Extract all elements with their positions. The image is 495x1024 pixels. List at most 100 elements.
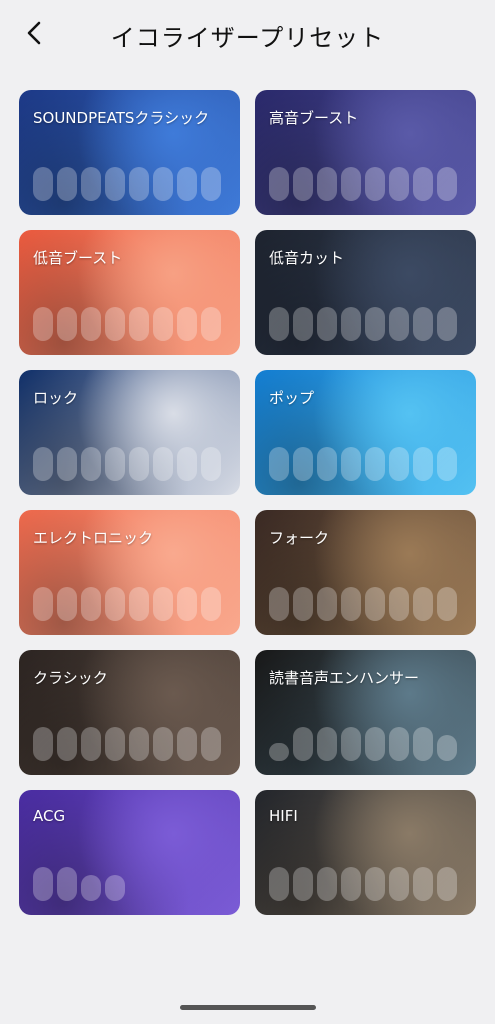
- eq-bar: [317, 867, 337, 901]
- eq-bar: [105, 587, 125, 621]
- top-bar: イコライザープリセット: [0, 0, 495, 70]
- eq-bar: [177, 167, 197, 201]
- preset-label: 低音ブースト: [33, 249, 123, 267]
- eq-bar: [437, 447, 457, 481]
- preset-label: フォーク: [269, 529, 330, 547]
- preset-card[interactable]: 低音カット: [255, 230, 476, 355]
- eq-bar: [317, 447, 337, 481]
- eq-bars: [33, 307, 221, 341]
- eq-bar: [365, 867, 385, 901]
- eq-bar: [57, 447, 77, 481]
- eq-bar: [201, 307, 221, 341]
- eq-bar: [57, 587, 77, 621]
- eq-bar: [201, 447, 221, 481]
- eq-bars: [33, 587, 221, 621]
- eq-bar: [153, 587, 173, 621]
- eq-bar: [269, 447, 289, 481]
- eq-bar: [201, 727, 221, 761]
- preset-card[interactable]: フォーク: [255, 510, 476, 635]
- eq-bar: [437, 167, 457, 201]
- preset-card[interactable]: 低音ブースト: [19, 230, 240, 355]
- eq-bar: [413, 307, 433, 341]
- eq-bar: [437, 867, 457, 901]
- preset-label: 高音ブースト: [269, 109, 359, 127]
- eq-bar: [105, 727, 125, 761]
- eq-bar: [341, 727, 361, 761]
- eq-bar: [341, 587, 361, 621]
- eq-bar: [389, 447, 409, 481]
- eq-bar: [437, 587, 457, 621]
- eq-bar: [365, 587, 385, 621]
- preset-card[interactable]: ACG: [19, 790, 240, 915]
- eq-bars: [33, 447, 221, 481]
- eq-bar: [33, 307, 53, 341]
- eq-bars: [269, 167, 457, 201]
- eq-bar: [365, 447, 385, 481]
- eq-bars: [33, 167, 221, 201]
- eq-bar: [389, 167, 409, 201]
- eq-bars: [269, 447, 457, 481]
- eq-bar: [33, 587, 53, 621]
- eq-bar: [81, 167, 101, 201]
- eq-bar: [389, 307, 409, 341]
- eq-bar: [153, 727, 173, 761]
- preset-card[interactable]: ロック: [19, 370, 240, 495]
- eq-bar: [317, 727, 337, 761]
- eq-bar: [413, 447, 433, 481]
- eq-bar: [177, 587, 197, 621]
- preset-grid: SOUNDPEATSクラシック 高音ブースト低音ブースト 低音カットロック ポップエレ…: [19, 90, 476, 915]
- eq-bar: [81, 307, 101, 341]
- preset-card[interactable]: 読書音声エンハンサー: [255, 650, 476, 775]
- eq-bar: [389, 587, 409, 621]
- eq-bar: [129, 167, 149, 201]
- eq-bar: [269, 307, 289, 341]
- eq-bar: [437, 307, 457, 341]
- eq-bar: [341, 867, 361, 901]
- eq-bar: [105, 447, 125, 481]
- eq-bar: [129, 587, 149, 621]
- eq-bar: [293, 307, 313, 341]
- preset-label: ポップ: [269, 389, 315, 407]
- eq-bar: [33, 867, 53, 901]
- eq-bar: [389, 867, 409, 901]
- eq-bar: [105, 875, 125, 901]
- eq-bar: [129, 447, 149, 481]
- home-indicator[interactable]: [180, 1005, 316, 1010]
- eq-bar: [437, 735, 457, 761]
- eq-bar: [177, 447, 197, 481]
- eq-bar: [341, 167, 361, 201]
- preset-card[interactable]: エレクトロニック: [19, 510, 240, 635]
- preset-card[interactable]: ポップ: [255, 370, 476, 495]
- eq-bar: [153, 447, 173, 481]
- preset-label: 読書音声エンハンサー: [269, 669, 420, 687]
- eq-bars: [269, 587, 457, 621]
- preset-label: ロック: [33, 389, 79, 407]
- eq-bar: [105, 307, 125, 341]
- eq-bar: [413, 727, 433, 761]
- eq-bar: [293, 587, 313, 621]
- preset-card[interactable]: HIFI: [255, 790, 476, 915]
- preset-card[interactable]: 高音ブースト: [255, 90, 476, 215]
- eq-bars: [33, 727, 221, 761]
- preset-label: SOUNDPEATSクラシック: [33, 109, 210, 127]
- eq-bar: [293, 447, 313, 481]
- eq-bars: [269, 867, 457, 901]
- eq-bar: [57, 167, 77, 201]
- eq-bar: [317, 587, 337, 621]
- eq-bar: [269, 587, 289, 621]
- eq-bar: [33, 167, 53, 201]
- preset-label: ACG: [33, 807, 66, 825]
- preset-card[interactable]: クラシック: [19, 650, 240, 775]
- eq-bar: [269, 743, 289, 761]
- preset-label: クラシック: [33, 669, 108, 687]
- eq-bar: [293, 867, 313, 901]
- eq-bar: [389, 727, 409, 761]
- eq-bar: [57, 307, 77, 341]
- eq-bar: [81, 727, 101, 761]
- eq-bars: [269, 727, 457, 761]
- eq-bar: [33, 727, 53, 761]
- preset-card[interactable]: SOUNDPEATSクラシック: [19, 90, 240, 215]
- eq-bar: [153, 167, 173, 201]
- preset-label: HIFI: [269, 807, 298, 825]
- eq-bar: [269, 867, 289, 901]
